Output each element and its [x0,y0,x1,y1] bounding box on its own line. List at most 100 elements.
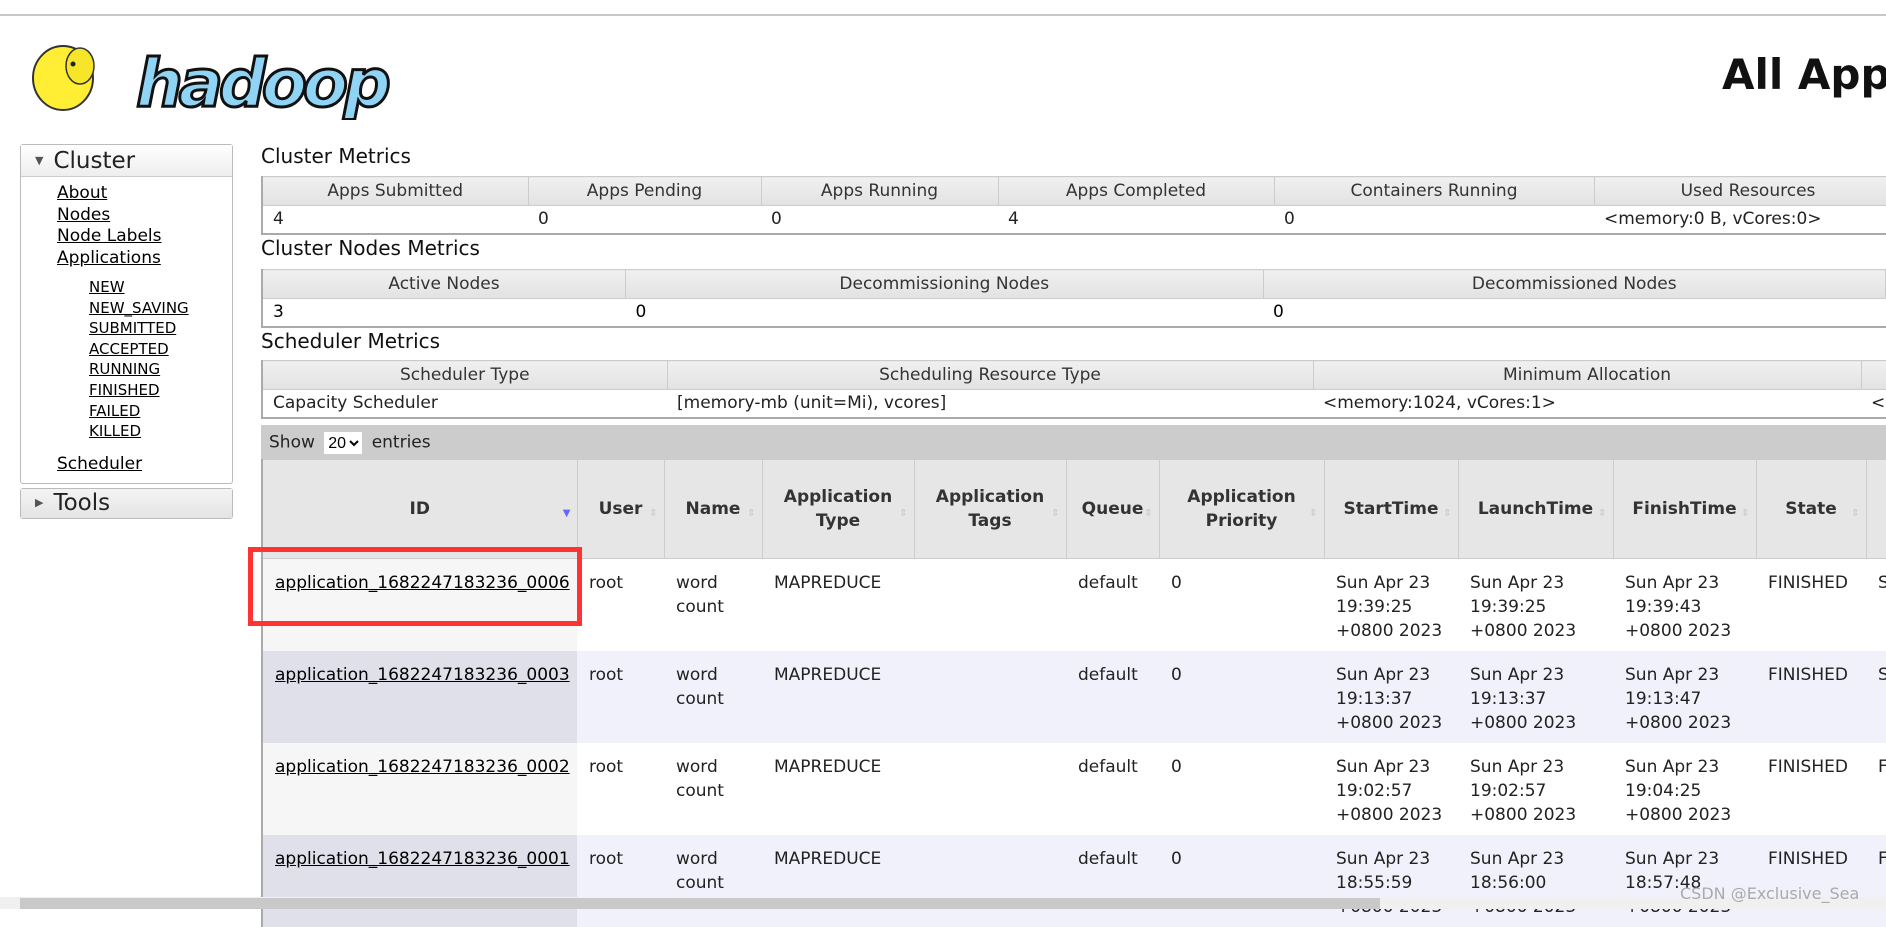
cell-priority: 0 [1159,650,1324,743]
state-link-failed[interactable]: FAILED [89,401,232,422]
sidebar-link-scheduler[interactable]: Scheduler [57,454,232,476]
time-line: +0800 2023 [1336,621,1443,641]
state-link-running[interactable]: RUNNING [89,359,232,380]
th-application-type[interactable]: Application Type ⇕ [761,459,915,559]
time-line: 18:56:00 [1470,872,1547,893]
cell-finish-time: Sun Apr 23 19:04:25 +0800 2023 [1613,742,1756,835]
page-size-select[interactable]: 20 [324,432,363,454]
cluster-header[interactable]: ▼ Cluster [21,145,232,177]
sort-icon: ⇕ [1144,508,1153,519]
nodes-metrics-title: Cluster Nodes Metrics [261,236,480,260]
cell-start-time: Sun Apr 23 19:39:25 +0800 2023 [1324,558,1458,651]
sidebar-link-node-labels[interactable]: Node Labels [57,226,232,248]
th-clipped[interactable] [1865,459,1886,559]
time-line: +0800 2023 [1625,712,1732,733]
cluster-section: ▼ Cluster About Nodes Node Labels Applica… [20,144,233,485]
th-state[interactable]: State ⇕ [1755,459,1867,559]
th-name[interactable]: Name ⇕ [663,459,763,559]
cell-user: root [577,558,664,651]
tools-label: Tools [53,490,111,517]
time-line: Sun Apr 23 [1470,848,1565,869]
sort-icon: ⇕ [747,508,756,519]
sort-icon: ⇕ [899,508,908,519]
cluster-label: Cluster [53,148,136,174]
cell-start-time: Sun Apr 23 19:13:37 +0800 2023 [1324,650,1458,743]
cell-launch-time: Sun Apr 23 19:13:37 +0800 2023 [1458,650,1613,743]
state-link-killed[interactable]: KILLED [89,421,232,442]
cell-user: root [577,742,664,835]
header-label: FinishTime [1632,499,1737,519]
th-user[interactable]: User ⇕ [576,459,665,559]
decommissioned-nodes-link[interactable]: 0 [1273,302,1284,322]
watermark: CSDN @Exclusive_Sea [1680,884,1860,903]
tools-section[interactable]: ▶ Tools [20,488,233,520]
th-queue[interactable]: Queue ⇕ [1065,459,1160,559]
scrollbar-thumb[interactable] [20,898,1380,909]
minimum-allocation-value: <memory:1024, vCores:1> [1313,389,1861,419]
scheduler-metrics-table: Scheduler Type Scheduling Resource Type … [261,360,1886,419]
sidebar: ▼ Cluster About Nodes Node Labels Applica… [20,144,233,520]
table-row: application_1682247183236_0003 root word c… [262,650,1886,743]
th-starttime[interactable]: StartTime ⇕ [1323,459,1459,559]
time-line: +0800 2023 [1470,804,1577,825]
application-link[interactable]: application_1682247183236_0002 [275,757,570,777]
state-link-submitted[interactable]: SUBMITTED [89,318,232,339]
time-line: Sun Apr 23 [1336,848,1431,869]
scheduler-type-value: Capacity Scheduler [262,389,667,419]
state-link-new-saving[interactable]: NEW_SAVING [89,298,232,319]
decommissioning-nodes-link[interactable]: 0 [635,302,646,322]
nodes-metrics-table: Active Nodes Decommissioning Nodes Decom… [261,269,1886,328]
apps-submitted-value: 4 [262,205,528,235]
cell-state: FINISHED [1756,742,1866,835]
sidebar-link-nodes[interactable]: Nodes [57,205,232,227]
time-line: 19:13:37 [1336,688,1413,709]
th-finishtime[interactable]: FinishTime ⇕ [1612,459,1757,559]
application-link[interactable]: application_1682247183236_0001 [275,849,570,869]
th-launchtime[interactable]: LaunchTime ⇕ [1457,459,1614,559]
cell-state: FINISHED [1756,650,1866,743]
th-containers-running: Containers Running [1273,176,1595,206]
time-line: +0800 2023 [1625,621,1732,641]
cell-start-time: Sun Apr 23 19:02:57 +0800 2023 [1324,742,1458,835]
time-line: 19:13:47 [1625,688,1702,709]
sort-icon: ⇕ [1741,508,1750,519]
state-link-new[interactable]: NEW [89,277,232,298]
application-link[interactable]: application_1682247183236_0003 [275,665,570,685]
time-line: 18:55:59 [1336,872,1413,893]
cell-clipped: S [1866,650,1886,743]
horizontal-scrollbar[interactable] [0,897,1886,909]
time-line: 19:39:25 [1470,597,1547,617]
th-apps-completed: Apps Completed [997,176,1275,206]
th-application-priority[interactable]: Application Priority ⇕ [1158,459,1325,559]
th-used-resources: Used Resources [1593,176,1886,206]
th-apps-submitted: Apps Submitted [261,176,529,206]
cell-priority: 0 [1159,558,1324,651]
time-line: Sun Apr 23 [1625,848,1720,869]
state-link-accepted[interactable]: ACCEPTED [89,339,232,360]
sort-icon: ⇕ [1851,508,1860,519]
th-id[interactable]: ID ▼ [261,459,578,559]
entries-label: entries [371,432,431,453]
cell-tags [914,834,1066,927]
cell-queue: default [1066,558,1159,651]
containers-running-value: 0 [1274,205,1594,235]
time-line: +0800 2023 [1336,804,1443,825]
highlight-box [248,547,582,626]
th-apps-pending: Apps Pending [527,176,762,206]
active-nodes-link[interactable]: 3 [273,302,284,322]
cell-finish-time: Sun Apr 2318:57:48+0800 2023 [1613,834,1756,927]
state-link-finished[interactable]: FINISHED [89,380,232,401]
cell-launch-time: Sun Apr 2318:56:00+0800 2023 [1458,834,1613,927]
cell-queue: default [1066,834,1159,927]
cell-priority: 0 [1159,834,1324,927]
time-line: Sun Apr 23 [1470,573,1565,593]
cell-id: application_1682247183236_0003 [262,650,577,743]
cell-queue: default [1066,742,1159,835]
caret-right-icon: ▶ [35,496,44,510]
sidebar-link-applications[interactable]: Applications [57,248,232,270]
th-application-tags[interactable]: Application Tags ⇕ [913,459,1067,559]
th-minimum-allocation: Minimum Allocation [1312,360,1862,390]
sidebar-link-about[interactable]: About [57,183,232,205]
cell-type: MAPREDUCE [762,650,914,743]
time-line: +0800 2023 [1336,712,1443,733]
